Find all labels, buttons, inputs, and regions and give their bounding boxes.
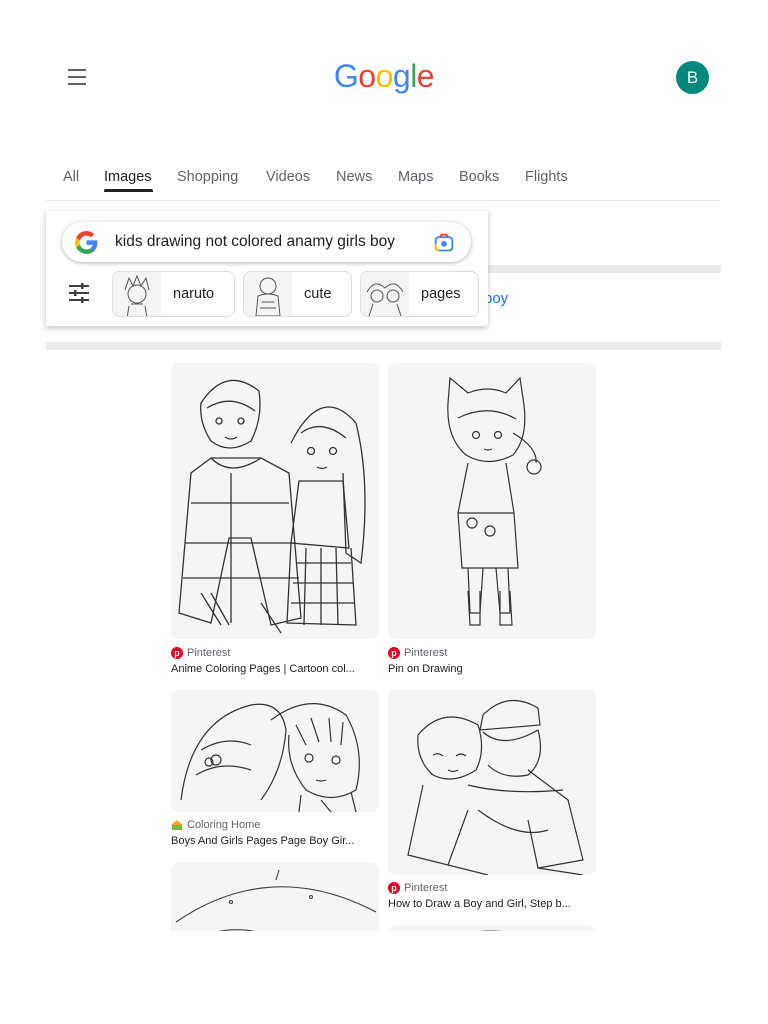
search-query[interactable]: kids drawing not colored anamy girls boy — [115, 233, 395, 251]
logo-letter: g — [392, 58, 411, 94]
chip-cute[interactable]: cute — [243, 271, 352, 317]
result-image[interactable] — [171, 363, 379, 639]
divider — [46, 342, 721, 350]
result-image[interactable] — [171, 690, 379, 812]
logo-letter: G — [333, 58, 359, 94]
tab-flights[interactable]: Flights — [525, 169, 568, 185]
tab-maps[interactable]: Maps — [398, 169, 433, 185]
chip-label: pages — [421, 286, 461, 302]
anime-couple-drawing — [178, 379, 366, 634]
google-g-icon — [75, 231, 98, 254]
search-tabs: All Images Shopping Videos News Maps Boo… — [46, 160, 721, 201]
pinterest-icon: p — [388, 882, 400, 894]
boy-girl-hug-drawing — [407, 699, 584, 875]
chip-label: naruto — [173, 286, 215, 302]
pinterest-icon: p — [388, 647, 400, 659]
drawing-preview — [479, 930, 502, 931]
source-name: Pinterest — [404, 882, 448, 894]
tab-news[interactable]: News — [336, 169, 372, 185]
tab-all[interactable]: All — [63, 169, 79, 185]
lens-icon[interactable] — [434, 233, 454, 253]
pinterest-icon: p — [171, 647, 183, 659]
result-source: p Pinterest — [171, 647, 230, 659]
chip-thumbnail — [361, 272, 409, 316]
chip-naruto[interactable]: naruto — [112, 271, 235, 317]
result-title[interactable]: How to Draw a Boy and Girl, Step b... — [388, 898, 594, 910]
umbrella-drawing — [175, 869, 377, 931]
result-source: p Pinterest — [388, 647, 447, 659]
logo-letter: l — [410, 58, 417, 94]
chip-thumbnail — [244, 272, 292, 316]
coloring-home-icon — [171, 820, 183, 830]
source-name: Pinterest — [187, 647, 231, 659]
girl-cat-hoodie-drawing — [447, 376, 542, 626]
account-avatar[interactable]: B — [676, 61, 709, 94]
tab-shopping[interactable]: Shopping — [177, 169, 238, 185]
logo-letter: o — [358, 58, 376, 94]
chip-pages[interactable]: pages — [360, 271, 479, 317]
logo-letter: o — [375, 58, 394, 94]
tab-images[interactable]: Images — [104, 169, 152, 185]
result-title[interactable]: Pin on Drawing — [388, 663, 594, 675]
active-tab-indicator — [104, 189, 153, 192]
boy-girl-kiss-drawing — [180, 703, 360, 812]
result-source: p Pinterest — [388, 882, 447, 894]
result-image[interactable] — [388, 690, 596, 875]
result-source: Coloring Home — [171, 819, 260, 831]
header: Google B — [0, 0, 768, 150]
result-image[interactable] — [171, 862, 379, 931]
filter-icon[interactable] — [68, 283, 90, 303]
chip-thumbnail — [113, 272, 161, 316]
search-overlay: kids drawing not colored anamy girls boy — [46, 211, 488, 326]
result-image[interactable] — [388, 363, 596, 639]
logo-letter: e — [416, 58, 435, 94]
tab-books[interactable]: Books — [459, 169, 499, 185]
google-logo[interactable]: Google — [0, 58, 768, 95]
tab-videos[interactable]: Videos — [266, 169, 310, 185]
source-name: Coloring Home — [187, 819, 261, 831]
source-name: Pinterest — [404, 647, 448, 659]
chip-label: cute — [304, 286, 332, 302]
result-image[interactable] — [388, 925, 596, 931]
search-bar[interactable]: kids drawing not colored anamy girls boy — [62, 222, 471, 262]
result-title[interactable]: Boys And Girls Pages Page Boy Gir... — [171, 835, 377, 847]
result-title[interactable]: Anime Coloring Pages | Cartoon col... — [171, 663, 377, 675]
